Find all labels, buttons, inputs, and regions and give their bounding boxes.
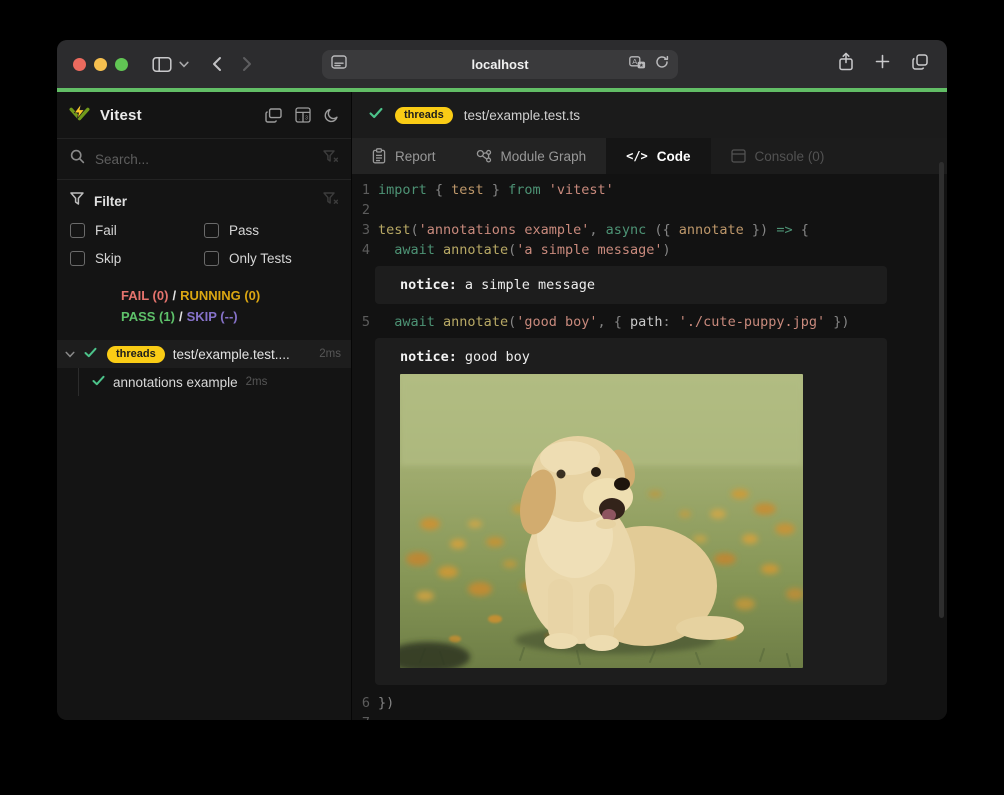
- tab-overview-icon[interactable]: [911, 53, 929, 76]
- screen-background: localhost A ★: [0, 0, 1004, 795]
- checkbox-fail[interactable]: Fail: [70, 223, 204, 238]
- code-line: 6}): [352, 693, 947, 713]
- minimize-window-button[interactable]: [94, 58, 107, 71]
- share-icon[interactable]: [838, 52, 854, 76]
- checkbox-box[interactable]: [204, 251, 219, 266]
- skip-count: SKIP (--): [187, 309, 238, 324]
- filter-section: Filter Fail: [57, 180, 351, 266]
- new-tab-icon[interactable]: [875, 54, 890, 74]
- sidebar-header: Vitest 3 .: [57, 92, 351, 139]
- back-button[interactable]: [211, 56, 222, 72]
- tab-module-graph[interactable]: Module Graph: [456, 138, 607, 174]
- checkbox-only-tests[interactable]: Only Tests: [204, 251, 338, 266]
- running-count: RUNNING (0): [180, 288, 260, 303]
- dark-mode-moon-icon[interactable]: [324, 108, 339, 123]
- test-case-name: annotations example: [113, 375, 238, 390]
- pool-badge: threads: [107, 346, 165, 363]
- view-tab-bar: Report Module Graph </> Code: [352, 138, 947, 174]
- fail-count: FAIL (0): [121, 288, 168, 303]
- svg-text:★: ★: [639, 61, 644, 68]
- chevron-down-icon[interactable]: [179, 61, 189, 68]
- svg-text:.: .: [299, 116, 300, 122]
- open-file-name: test/example.test.ts: [464, 108, 580, 123]
- code-line: 1import { test } from 'vitest': [352, 180, 947, 200]
- tab-report[interactable]: Report: [352, 138, 456, 174]
- test-tree: threads test/example.test.... 2ms annota…: [57, 340, 351, 720]
- code-line: 4 await annotate('a simple message'): [352, 240, 947, 260]
- tab-console[interactable]: Console (0): [711, 138, 845, 174]
- scrollbar-thumb[interactable]: [939, 162, 944, 618]
- checkbox-box[interactable]: [70, 251, 85, 266]
- code-icon: </>: [626, 149, 648, 163]
- search-bar[interactable]: Search...: [57, 139, 351, 180]
- pass-check-icon: [92, 373, 105, 391]
- traffic-lights: [73, 58, 128, 71]
- search-input[interactable]: Search...: [95, 152, 149, 167]
- checkbox-pass[interactable]: Pass: [204, 223, 338, 238]
- browser-toolbar: localhost A ★: [57, 40, 947, 88]
- annotation-notice: notice:a simple message: [375, 266, 887, 304]
- filter-funnel-icon: [70, 192, 84, 210]
- checkbox-skip[interactable]: Skip: [70, 251, 204, 266]
- tab-code[interactable]: </> Code: [606, 138, 710, 174]
- puppy-image: [400, 374, 803, 668]
- checkbox-box[interactable]: [204, 223, 219, 238]
- main-panel: threads test/example.test.ts Report: [352, 92, 947, 720]
- reload-icon[interactable]: [655, 55, 669, 74]
- pass-check-icon: [84, 345, 97, 363]
- vitest-logo-icon: [69, 103, 90, 128]
- pass-count: PASS (1): [121, 309, 175, 324]
- test-duration: 2ms: [319, 348, 341, 360]
- clear-filters-icon[interactable]: [323, 192, 338, 210]
- test-duration: 2ms: [246, 376, 268, 388]
- svg-text:3: 3: [305, 116, 308, 122]
- test-file-name: test/example.test....: [173, 347, 312, 362]
- status-line-2: PASS (1)/SKIP (--): [121, 306, 351, 327]
- test-case-row[interactable]: annotations example 2ms: [57, 368, 351, 396]
- code-line: 5 await annotate('good boy', { path: './…: [352, 312, 947, 332]
- file-header: threads test/example.test.ts: [352, 92, 947, 138]
- code-line: 3test('annotations example', async ({ an…: [352, 220, 947, 240]
- svg-text:A: A: [632, 56, 637, 65]
- url-text: localhost: [322, 57, 678, 72]
- app-title: Vitest: [100, 107, 142, 124]
- test-file-row[interactable]: threads test/example.test.... 2ms: [57, 340, 351, 368]
- pass-check-icon: [369, 106, 383, 124]
- collapse-chevron-icon[interactable]: [65, 345, 75, 363]
- code-line: 2: [352, 200, 947, 220]
- console-drawer-icon[interactable]: [265, 108, 282, 123]
- status-line-1: FAIL (0)/RUNNING (0): [121, 285, 351, 306]
- annotation-notice-with-image: notice:good boy: [375, 338, 887, 685]
- filter-heading: Filter: [94, 194, 127, 209]
- pool-badge: threads: [395, 107, 453, 124]
- test-status-summary: FAIL (0)/RUNNING (0) PASS (1)/SKIP (--): [57, 285, 351, 327]
- close-window-button[interactable]: [73, 58, 86, 71]
- code-editor[interactable]: 1import { test } from 'vitest' 2 3test('…: [352, 174, 947, 720]
- address-bar[interactable]: localhost A ★: [322, 50, 678, 79]
- search-icon: [70, 149, 85, 169]
- indent-guide: [78, 368, 79, 396]
- dashboard-icon[interactable]: 3 .: [295, 107, 311, 123]
- clear-search-filter-icon[interactable]: [323, 150, 338, 168]
- forward-button[interactable]: [242, 56, 253, 72]
- vitest-sidebar: Vitest 3 .: [57, 92, 352, 720]
- browser-window: localhost A ★: [57, 40, 947, 720]
- zoom-window-button[interactable]: [115, 58, 128, 71]
- page-settings-icon[interactable]: [331, 55, 347, 74]
- translate-icon[interactable]: A ★: [629, 56, 646, 74]
- code-line: 7: [352, 713, 947, 720]
- sidebar-toggle-icon[interactable]: [152, 56, 172, 73]
- checkbox-box[interactable]: [70, 223, 85, 238]
